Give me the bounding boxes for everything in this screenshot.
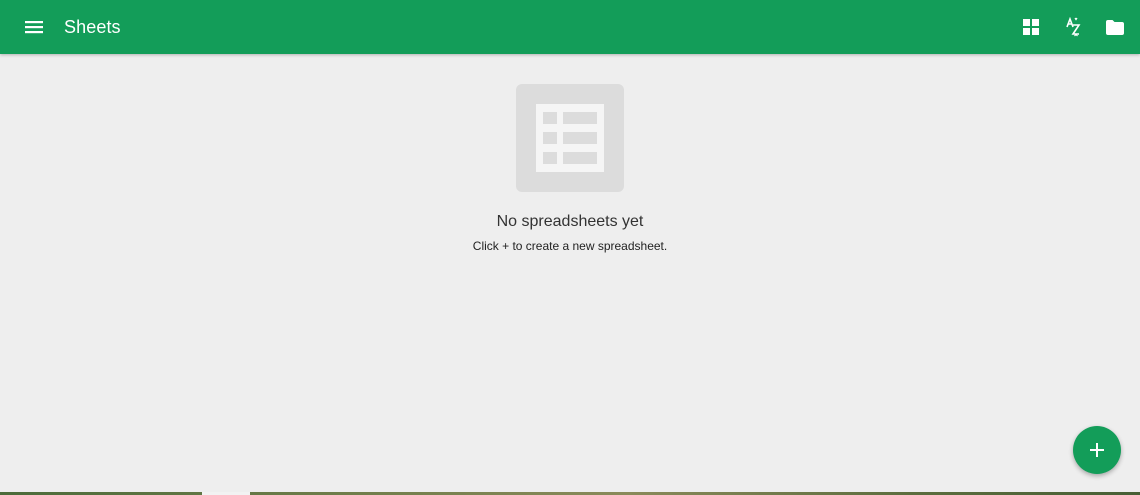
menu-button[interactable]	[20, 14, 48, 40]
empty-state: No spreadsheets yet Click + to create a …	[0, 84, 1140, 253]
sort-az-icon	[1066, 17, 1081, 37]
grid-view-button[interactable]	[1016, 12, 1046, 42]
create-spreadsheet-button[interactable]	[1073, 426, 1121, 474]
app-title: Sheets	[64, 17, 121, 37]
grid-view-icon	[1023, 19, 1039, 35]
folder-icon	[1106, 19, 1124, 35]
empty-state-title: No spreadsheets yet	[496, 213, 644, 230]
plus-icon	[1090, 443, 1104, 457]
empty-state-graphic	[516, 84, 624, 192]
spreadsheet-icon	[536, 104, 604, 172]
app-bar: Sheets	[0, 0, 1140, 54]
open-folder-button[interactable]	[1100, 12, 1130, 42]
sort-button[interactable]	[1058, 12, 1088, 42]
empty-state-subtitle: Click + to create a new spreadsheet.	[472, 239, 668, 253]
hamburger-menu-icon	[25, 21, 43, 34]
toolbar-actions	[1016, 12, 1130, 42]
